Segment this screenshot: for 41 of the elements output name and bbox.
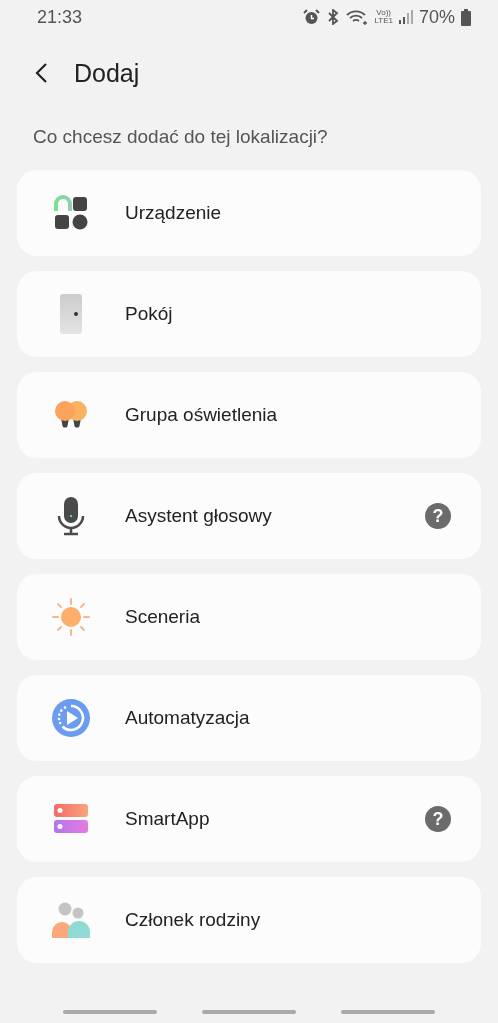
- volte-label: Vo)): [376, 9, 392, 17]
- clock-time: 21:33: [37, 6, 83, 28]
- help-button[interactable]: ?: [425, 806, 451, 832]
- battery-percent: 70%: [418, 6, 455, 28]
- wifi-icon: [346, 9, 369, 25]
- add-option-card[interactable]: Urządzenie: [17, 170, 481, 256]
- add-option-card[interactable]: SmartApp ?: [17, 776, 481, 862]
- sun-icon: [51, 597, 91, 637]
- play-circle-icon: [51, 698, 91, 738]
- option-label: Urządzenie: [125, 202, 223, 224]
- people-icon: [51, 902, 91, 938]
- add-option-card[interactable]: Asystent głosowy ?: [17, 473, 481, 559]
- prompt-text: Co chcesz dodać do tej lokalizacji?: [33, 126, 329, 148]
- option-label: SmartApp: [125, 808, 211, 830]
- nav-bar-handle[interactable]: [341, 1010, 436, 1014]
- option-label: Automatyzacja: [125, 707, 251, 729]
- bulbs-icon: [53, 400, 89, 430]
- alarm-icon: [303, 9, 321, 25]
- add-option-card[interactable]: Pokój: [17, 271, 481, 357]
- add-option-card[interactable]: Grupa oświetlenia: [17, 372, 481, 458]
- microphone-icon: [56, 496, 86, 536]
- help-button[interactable]: ?: [425, 503, 451, 529]
- network-label: LTE1: [374, 17, 393, 25]
- nav-bar-handle[interactable]: [202, 1010, 296, 1014]
- add-option-card[interactable]: Członek rodziny: [17, 877, 481, 963]
- door-icon: [59, 294, 83, 334]
- battery-icon: [461, 8, 471, 26]
- add-option-card[interactable]: Sceneria: [17, 574, 481, 660]
- option-label: Asystent głosowy: [125, 505, 273, 527]
- option-label: Członek rodziny: [125, 909, 262, 931]
- stacked-bars-icon: [53, 803, 89, 835]
- devices-icon: [53, 195, 89, 231]
- add-option-card[interactable]: Automatyzacja: [17, 675, 481, 761]
- back-icon: [34, 62, 48, 84]
- bluetooth-icon: [326, 9, 341, 25]
- signal-icon: [398, 9, 413, 25]
- page-title: Dodaj: [74, 58, 140, 88]
- nav-bar-handle[interactable]: [62, 1010, 157, 1014]
- option-label: Pokój: [125, 303, 174, 325]
- option-label: Grupa oświetlenia: [125, 404, 279, 426]
- option-label: Sceneria: [125, 606, 201, 628]
